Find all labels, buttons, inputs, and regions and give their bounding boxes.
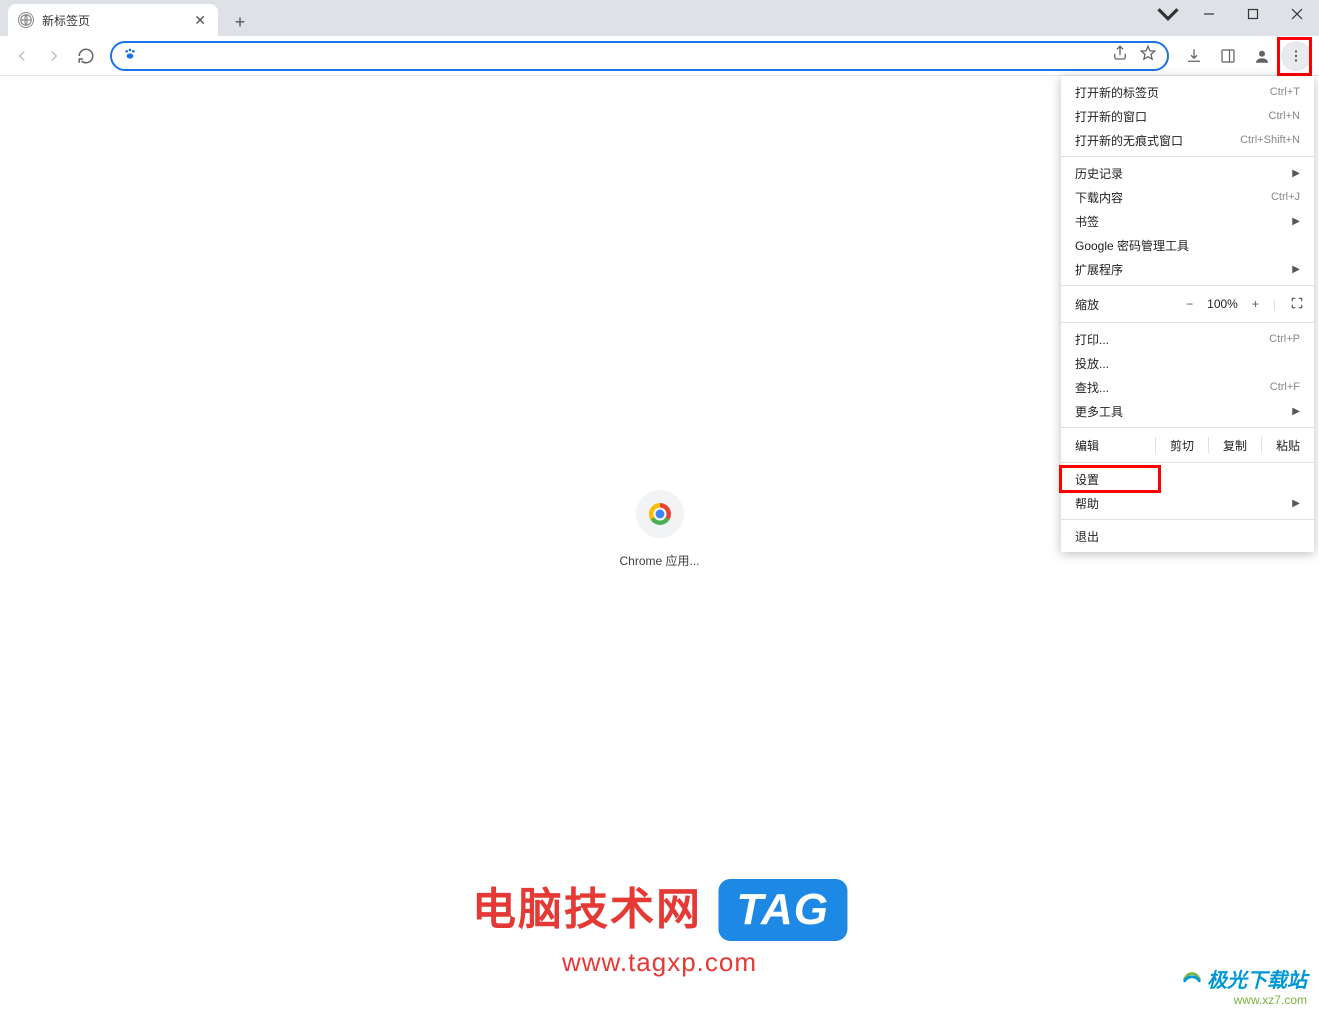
maximize-button[interactable] <box>1231 0 1275 28</box>
menu-edit: 编辑 剪切 复制 粘贴 <box>1061 432 1314 458</box>
aurora-logo-icon <box>1181 968 1203 990</box>
menu-separator <box>1061 285 1314 286</box>
chevron-right-icon: ▶ <box>1292 264 1300 275</box>
omnibox-actions <box>1111 44 1157 67</box>
menu-item-label: 书签 <box>1075 213 1099 230</box>
watermark-url: www.tagxp.com <box>472 947 847 978</box>
tab-title: 新标签页 <box>42 12 184 29</box>
menu-find[interactable]: 查找... Ctrl+F <box>1061 375 1314 399</box>
menu-bookmarks[interactable]: 书签 ▶ <box>1061 209 1314 233</box>
menu-item-label: 编辑 <box>1075 437 1155 454</box>
menu-extensions[interactable]: 扩展程序 ▶ <box>1061 257 1314 281</box>
chevron-right-icon: ▶ <box>1292 406 1300 417</box>
tab-strip: 新标签页 ✕ + <box>0 0 1319 36</box>
menu-new-tab[interactable]: 打开新的标签页 Ctrl+T <box>1061 80 1314 104</box>
side-panel-icon[interactable] <box>1213 41 1243 71</box>
keyboard-shortcut: Ctrl+N <box>1269 110 1300 122</box>
browser-tab[interactable]: 新标签页 ✕ <box>8 4 218 36</box>
zoom-in-button[interactable]: + <box>1252 297 1259 311</box>
chrome-main-menu: 打开新的标签页 Ctrl+T 打开新的窗口 Ctrl+N 打开新的无痕式窗口 C… <box>1061 76 1314 552</box>
menu-item-label: 帮助 <box>1075 495 1099 512</box>
cut-button[interactable]: 剪切 <box>1155 437 1208 453</box>
menu-item-label: 打开新的标签页 <box>1075 84 1159 101</box>
corner-watermark-title: 极光下载站 <box>1207 964 1307 993</box>
reload-button[interactable] <box>72 42 100 70</box>
share-icon[interactable] <box>1111 44 1129 67</box>
chrome-logo-icon <box>636 490 684 538</box>
bookmark-star-icon[interactable] <box>1139 44 1157 67</box>
keyboard-shortcut: Ctrl+Shift+N <box>1240 134 1300 146</box>
downloads-icon[interactable] <box>1179 41 1209 71</box>
keyboard-shortcut: Ctrl+T <box>1270 86 1300 98</box>
menu-item-label: Google 密码管理工具 <box>1075 237 1189 254</box>
watermark-title: 电脑技术网 <box>472 885 702 934</box>
toolbar <box>0 36 1319 76</box>
new-tab-button[interactable]: + <box>226 8 254 36</box>
globe-icon <box>18 12 34 28</box>
menu-cast[interactable]: 投放... <box>1061 351 1314 375</box>
menu-item-label: 缩放 <box>1075 296 1186 313</box>
zoom-percent: 100% <box>1207 297 1238 311</box>
menu-item-label: 设置 <box>1075 471 1099 488</box>
menu-password-manager[interactable]: Google 密码管理工具 <box>1061 233 1314 257</box>
more-menu-button[interactable] <box>1281 41 1311 71</box>
new-tab-content: Chrome 应用... 电脑技术网 TAG www.tagxp.com 极光下… <box>0 76 1319 1013</box>
menu-separator <box>1061 519 1314 520</box>
menu-separator <box>1061 462 1314 463</box>
menu-new-incognito[interactable]: 打开新的无痕式窗口 Ctrl+Shift+N <box>1061 128 1314 152</box>
menu-print[interactable]: 打印... Ctrl+P <box>1061 327 1314 351</box>
menu-downloads[interactable]: 下载内容 Ctrl+J <box>1061 185 1314 209</box>
keyboard-shortcut: Ctrl+P <box>1269 333 1300 345</box>
menu-item-label: 打开新的无痕式窗口 <box>1075 132 1183 149</box>
corner-watermark: 极光下载站 www.xz7.com <box>1181 964 1307 1007</box>
menu-item-label: 扩展程序 <box>1075 261 1123 278</box>
chevron-right-icon: ▶ <box>1292 168 1300 179</box>
chrome-apps-shortcut[interactable]: Chrome 应用... <box>619 490 699 569</box>
watermark-tag: TAG <box>718 879 847 941</box>
close-tab-icon[interactable]: ✕ <box>192 10 208 31</box>
back-button[interactable] <box>8 42 36 70</box>
fullscreen-icon[interactable] <box>1290 296 1304 313</box>
address-bar[interactable] <box>110 41 1169 71</box>
menu-item-label: 打印... <box>1075 331 1109 348</box>
menu-separator <box>1061 427 1314 428</box>
menu-separator <box>1061 156 1314 157</box>
corner-watermark-url: www.xz7.com <box>1181 993 1307 1007</box>
menu-exit[interactable]: 退出 <box>1061 524 1314 548</box>
chevron-down-icon[interactable] <box>1149 0 1187 28</box>
chevron-right-icon: ▶ <box>1292 216 1300 227</box>
menu-item-label: 下载内容 <box>1075 189 1123 206</box>
menu-help[interactable]: 帮助 ▶ <box>1061 491 1314 515</box>
menu-zoom: 缩放 − 100% + | <box>1061 290 1314 318</box>
window-controls <box>1149 0 1319 28</box>
keyboard-shortcut: Ctrl+F <box>1270 381 1300 393</box>
paw-icon <box>122 46 138 65</box>
menu-item-label: 查找... <box>1075 379 1109 396</box>
keyboard-shortcut: Ctrl+J <box>1271 191 1300 203</box>
profile-icon[interactable] <box>1247 41 1277 71</box>
menu-item-label: 历史记录 <box>1075 165 1123 182</box>
menu-new-window[interactable]: 打开新的窗口 Ctrl+N <box>1061 104 1314 128</box>
forward-button[interactable] <box>40 42 68 70</box>
paste-button[interactable]: 粘贴 <box>1261 437 1314 453</box>
shortcut-label: Chrome 应用... <box>619 552 699 569</box>
copy-button[interactable]: 复制 <box>1208 437 1261 453</box>
menu-history[interactable]: 历史记录 ▶ <box>1061 161 1314 185</box>
menu-item-label: 更多工具 <box>1075 403 1123 420</box>
menu-item-label: 投放... <box>1075 355 1109 372</box>
menu-settings[interactable]: 设置 <box>1061 467 1314 491</box>
menu-separator <box>1061 322 1314 323</box>
menu-more-tools[interactable]: 更多工具 ▶ <box>1061 399 1314 423</box>
chevron-right-icon: ▶ <box>1292 498 1300 509</box>
zoom-out-button[interactable]: − <box>1186 297 1193 311</box>
menu-item-label: 打开新的窗口 <box>1075 108 1147 125</box>
close-window-button[interactable] <box>1275 0 1319 28</box>
menu-item-label: 退出 <box>1075 528 1099 545</box>
minimize-button[interactable] <box>1187 0 1231 28</box>
watermark: 电脑技术网 TAG www.tagxp.com <box>472 873 847 978</box>
